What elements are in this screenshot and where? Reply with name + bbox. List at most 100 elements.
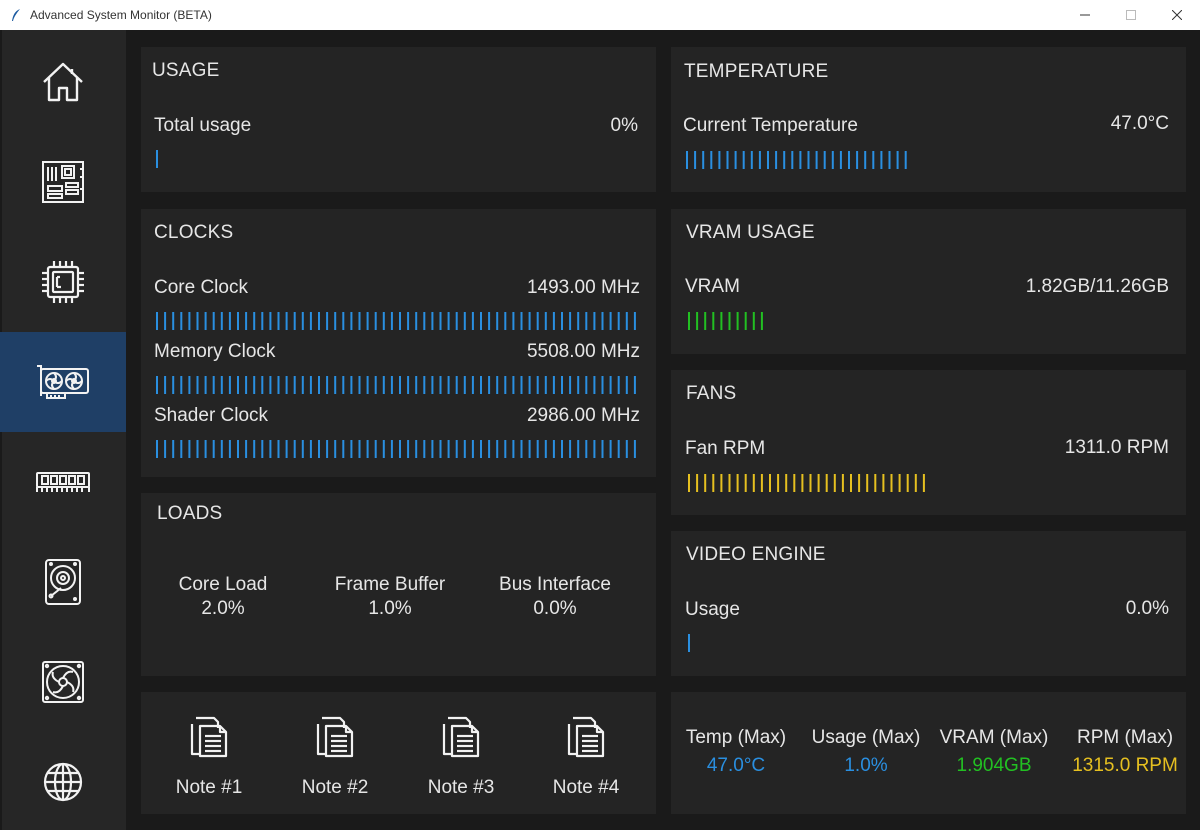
nav-network[interactable] <box>0 732 126 830</box>
maximize-button[interactable] <box>1108 0 1154 30</box>
bar-tick <box>212 312 215 330</box>
note-4-label: Note #4 <box>552 777 620 798</box>
bar-tick <box>415 376 418 394</box>
bar-tick <box>512 440 515 458</box>
bar-tick <box>777 474 780 492</box>
bar-tick <box>253 440 256 458</box>
bar-tick <box>758 151 761 169</box>
bar-tick <box>898 474 901 492</box>
bar-tick <box>204 376 207 394</box>
nav-cpu[interactable] <box>0 232 126 332</box>
bar-tick <box>702 151 705 169</box>
bar-tick <box>896 151 899 169</box>
core-load-label: Core Load <box>178 574 268 595</box>
bar-tick <box>334 376 337 394</box>
bar-tick <box>164 312 167 330</box>
bar-tick <box>617 376 620 394</box>
nav-motherboard[interactable] <box>0 132 126 232</box>
bar-tick <box>228 376 231 394</box>
bar-tick <box>728 474 731 492</box>
note-2-button[interactable]: Note #2 <box>280 714 390 799</box>
minimize-button[interactable] <box>1062 0 1108 30</box>
bar-tick <box>718 151 721 169</box>
close-button[interactable] <box>1154 0 1200 30</box>
nav-ram[interactable] <box>0 432 126 532</box>
fans-panel: FANS Fan RPM 1311.0 RPM <box>671 370 1186 515</box>
bar-tick <box>496 440 499 458</box>
note-1-label: Note #1 <box>175 777 243 798</box>
sidebar <box>0 30 126 830</box>
bar-tick <box>633 312 636 330</box>
bar-tick <box>463 312 466 330</box>
temp-max-value: 47.0°C <box>706 755 766 776</box>
bar-tick <box>874 474 877 492</box>
notes-icon <box>316 716 354 758</box>
bar-tick <box>601 440 604 458</box>
bar-tick <box>374 440 377 458</box>
bar-tick <box>712 474 715 492</box>
bar-tick <box>326 312 329 330</box>
rpm-max-label: RPM (Max) <box>1076 727 1174 748</box>
notes-icon <box>190 716 228 758</box>
nav-fans[interactable] <box>0 632 126 732</box>
bar-tick <box>552 312 555 330</box>
memory-clock-value: 5508.00 MHz <box>526 341 640 362</box>
bar-tick <box>609 312 612 330</box>
bar-tick <box>520 376 523 394</box>
bar-tick <box>815 151 818 169</box>
bar-tick <box>552 440 555 458</box>
bar-tick <box>601 376 604 394</box>
nav-home[interactable] <box>0 32 126 132</box>
bar-tick <box>841 474 844 492</box>
nav-storage[interactable] <box>0 532 126 632</box>
video-engine-title: VIDEO ENGINE <box>686 544 826 565</box>
bar-tick <box>728 312 731 330</box>
bar-tick <box>704 312 707 330</box>
bar-tick <box>204 312 207 330</box>
bar-tick <box>196 440 199 458</box>
bar-tick <box>309 376 312 394</box>
bar-tick <box>601 312 604 330</box>
bar-tick <box>196 312 199 330</box>
bar-tick <box>415 312 418 330</box>
bar-tick <box>261 440 264 458</box>
bar-tick <box>744 312 747 330</box>
note-2-label: Note #2 <box>301 777 369 798</box>
bar-tick <box>625 376 628 394</box>
bar-tick <box>342 376 345 394</box>
bar-tick <box>269 376 272 394</box>
note-3-button[interactable]: Note #3 <box>406 714 516 799</box>
bar-tick <box>688 312 690 330</box>
bar-tick <box>334 440 337 458</box>
bar-tick <box>633 440 636 458</box>
bar-tick <box>609 376 612 394</box>
bar-tick <box>471 440 474 458</box>
bar-tick <box>382 312 385 330</box>
bar-tick <box>825 474 828 492</box>
notes-icon <box>567 716 605 758</box>
bar-tick <box>172 440 175 458</box>
bar-tick <box>228 440 231 458</box>
bar-tick <box>552 376 555 394</box>
bar-tick <box>156 312 158 330</box>
max-stats-panel: Temp (Max) 47.0°C Usage (Max) 1.0% VRAM … <box>671 692 1186 814</box>
nav-gpu[interactable] <box>0 332 126 432</box>
bar-tick <box>237 312 239 330</box>
note-4-button[interactable]: Note #4 <box>531 714 641 799</box>
bar-tick <box>577 312 580 330</box>
video-engine-bar <box>687 633 1173 653</box>
globe-icon <box>43 762 83 802</box>
fans-title: FANS <box>686 383 737 404</box>
fan-rpm-value: 1311.0 RPM <box>1064 437 1169 458</box>
note-1-button[interactable]: Note #1 <box>154 714 264 799</box>
bar-tick <box>686 151 688 169</box>
gpu-icon <box>37 365 89 399</box>
bar-tick <box>593 440 596 458</box>
bar-tick <box>922 474 925 492</box>
bar-tick <box>831 151 834 169</box>
bar-tick <box>528 440 531 458</box>
bar-tick <box>301 376 304 394</box>
bar-tick <box>791 151 794 169</box>
bar-tick <box>277 376 280 394</box>
bar-tick <box>817 474 820 492</box>
